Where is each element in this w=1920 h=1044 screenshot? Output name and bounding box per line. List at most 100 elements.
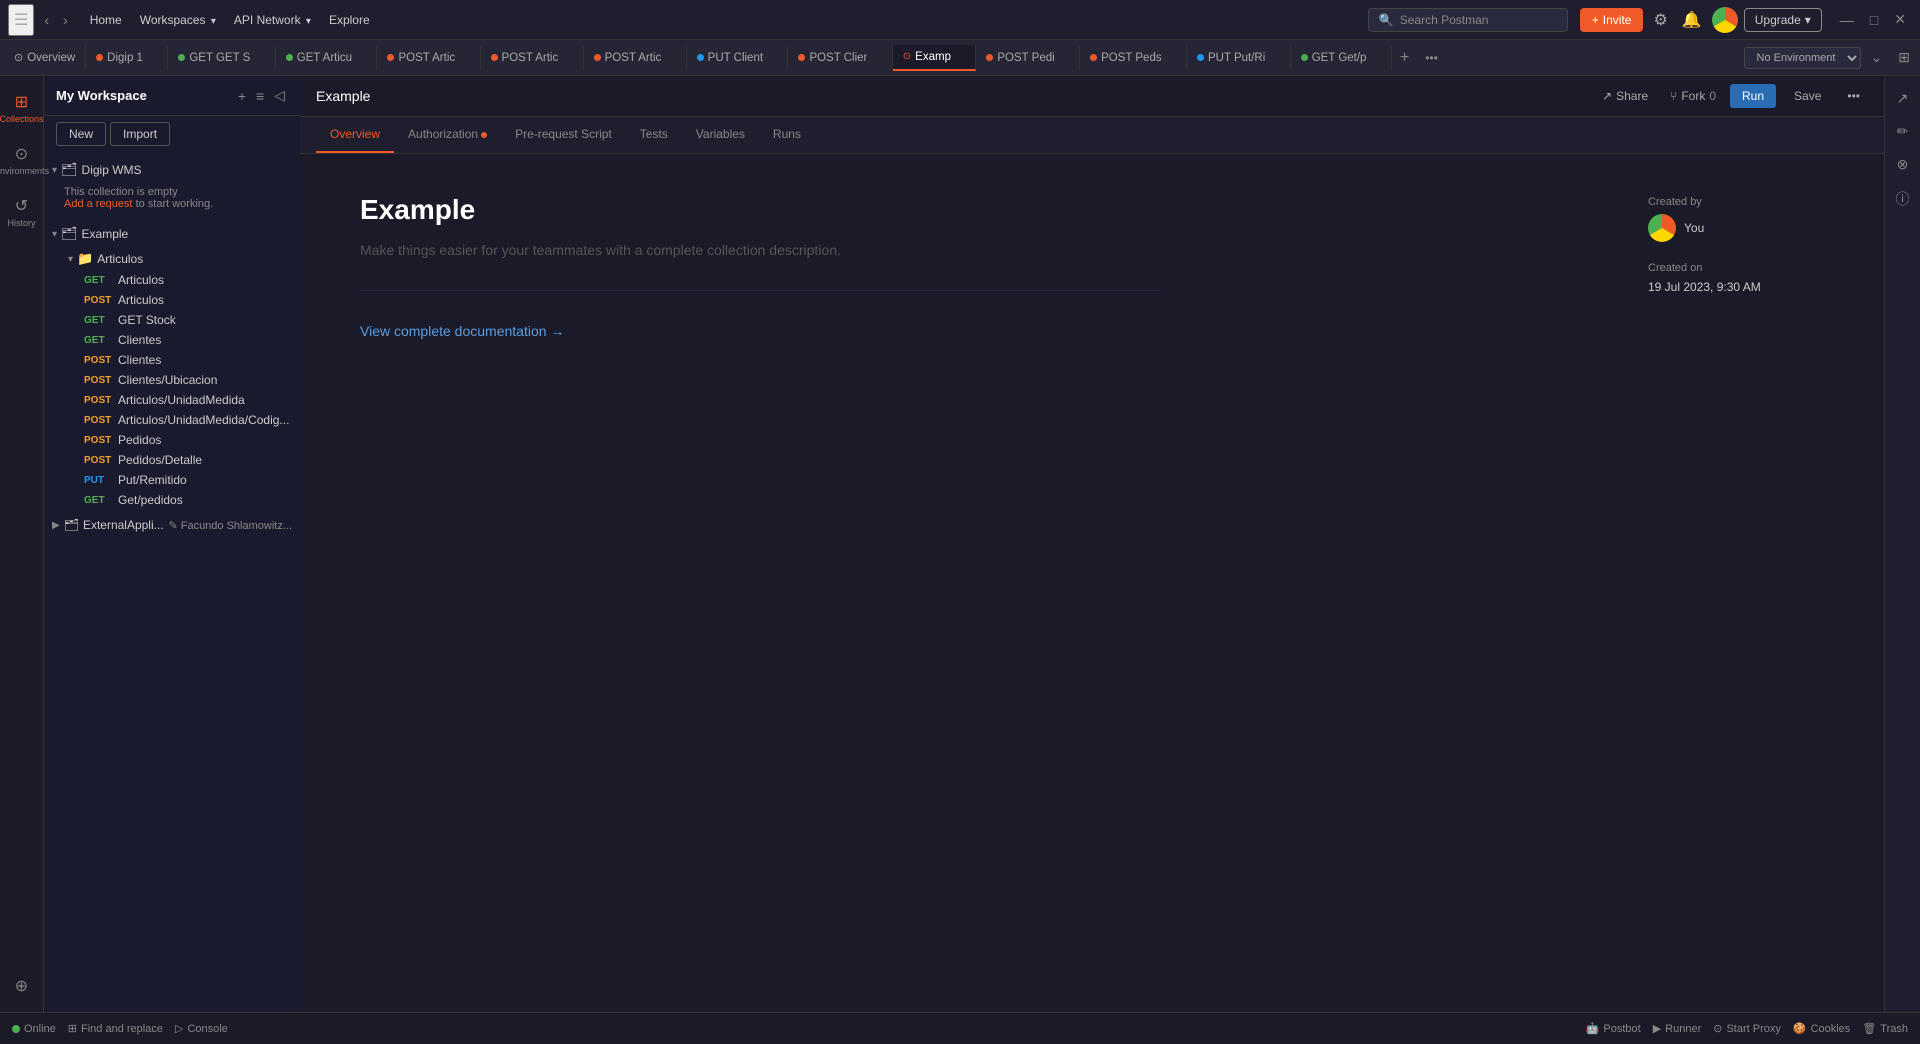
tab-put-putr[interactable]: PUT Put/Ri ✕ bbox=[1187, 46, 1291, 70]
find-replace-button[interactable]: ⊞ Find and replace bbox=[68, 1022, 163, 1035]
request-post-articulos[interactable]: POST Articulos bbox=[44, 290, 300, 310]
folder-icon: 📁 bbox=[77, 251, 93, 267]
cookies-button[interactable]: 🍪 Cookies bbox=[1793, 1022, 1850, 1035]
right-graph-icon[interactable]: ⊗ bbox=[1891, 150, 1915, 179]
settings-button[interactable]: ⚙ bbox=[1649, 6, 1671, 34]
add-request-link[interactable]: Add a request bbox=[64, 198, 133, 210]
forward-button[interactable]: › bbox=[57, 8, 74, 32]
online-label: Online bbox=[24, 1023, 56, 1035]
right-edit-icon[interactable]: ✏ bbox=[1891, 117, 1915, 146]
layout-toggle-button[interactable]: ⊞ bbox=[1892, 45, 1916, 70]
tab-get-articu[interactable]: GET Articu ✕ bbox=[276, 46, 378, 70]
created-on-section: Created on 19 Jul 2023, 9:30 AM bbox=[1648, 262, 1828, 294]
tab-dot bbox=[1301, 54, 1308, 61]
tab-put-client[interactable]: PUT Client ✕ bbox=[687, 46, 789, 70]
request-get-articulos[interactable]: GET Articulos bbox=[44, 270, 300, 290]
view-docs-link[interactable]: View complete documentation → bbox=[360, 323, 564, 339]
nav-workspaces[interactable]: Workspaces ▾ bbox=[132, 9, 224, 31]
start-proxy-button[interactable]: ⊙ Start Proxy bbox=[1713, 1022, 1781, 1035]
more-options-button[interactable]: ••• bbox=[1839, 85, 1868, 107]
creator-avatar bbox=[1648, 214, 1676, 242]
folder-icon: 🗂 bbox=[61, 162, 78, 178]
dot-indicator bbox=[481, 132, 487, 138]
tab-runs[interactable]: Runs bbox=[759, 117, 815, 153]
search-bar[interactable]: 🔍 Search Postman bbox=[1368, 8, 1568, 32]
tab-post-peds[interactable]: POST Peds ✕ bbox=[1080, 46, 1187, 70]
request-get-clientes[interactable]: GET Clientes bbox=[44, 330, 300, 350]
maximize-button[interactable]: □ bbox=[1864, 9, 1884, 30]
console-button[interactable]: ▷ Console bbox=[175, 1022, 228, 1035]
nav-api-network[interactable]: API Network ▾ bbox=[226, 9, 319, 31]
runner-button[interactable]: ▶ Runner bbox=[1653, 1022, 1702, 1035]
upgrade-button[interactable]: Upgrade ▾ bbox=[1744, 8, 1822, 32]
sidebar-collapse-button[interactable]: ◁ bbox=[271, 84, 288, 107]
invite-button[interactable]: + Invite bbox=[1580, 8, 1644, 32]
minimize-button[interactable]: — bbox=[1834, 9, 1860, 30]
external-app-item[interactable]: ▶ 🗂 ExternalAppli... ✎ Facundo Shlamowit… bbox=[44, 514, 300, 536]
collection-empty-state: This collection is empty Add a request t… bbox=[44, 182, 300, 218]
more-tabs-button[interactable]: ••• bbox=[1417, 45, 1446, 71]
sidebar-more-button[interactable]: ≡ bbox=[253, 84, 267, 107]
add-tab-button[interactable]: + bbox=[1392, 43, 1417, 73]
tab-post-artic3[interactable]: POST Artic ✕ bbox=[584, 46, 687, 70]
collection-description: Make things easier for your teammates wi… bbox=[360, 242, 1160, 258]
online-status[interactable]: Online bbox=[12, 1023, 56, 1035]
tab-authorization[interactable]: Authorization bbox=[394, 117, 501, 153]
folder-articulos-header[interactable]: ▾ 📁 Articulos bbox=[44, 248, 300, 270]
workspace-name[interactable]: My Workspace bbox=[56, 88, 147, 103]
trash-button[interactable]: 🗑 Trash bbox=[1862, 1022, 1908, 1035]
new-button[interactable]: New bbox=[56, 122, 106, 146]
sidebar-extensions-button[interactable]: ⊕ bbox=[7, 968, 36, 1004]
tab-post-clier[interactable]: POST Clier ✕ bbox=[788, 46, 892, 70]
request-post-clientes[interactable]: POST Clientes bbox=[44, 350, 300, 370]
notifications-button[interactable]: 🔔 bbox=[1678, 6, 1706, 34]
tab-dot bbox=[286, 54, 293, 61]
tab-examp[interactable]: ⊙ Examp ✕ bbox=[893, 45, 977, 71]
back-button[interactable]: ‹ bbox=[38, 8, 55, 32]
creator-name: You bbox=[1684, 221, 1704, 235]
request-get-stock[interactable]: GET GET Stock bbox=[44, 310, 300, 330]
method-badge: PUT bbox=[84, 475, 112, 486]
tab-variables[interactable]: Variables bbox=[682, 117, 759, 153]
tab-get-getp[interactable]: GET Get/p ✕ bbox=[1291, 46, 1392, 70]
tab-post-artic1[interactable]: POST Artic ✕ bbox=[377, 46, 480, 70]
tab-post-artic2[interactable]: POST Artic ✕ bbox=[481, 46, 584, 70]
fork-button[interactable]: ⑂ Fork 0 bbox=[1662, 85, 1724, 107]
tab-overview[interactable]: Overview bbox=[316, 117, 394, 153]
tab-dot bbox=[96, 54, 103, 61]
request-post-clientes-ubicacion[interactable]: POST Clientes/Ubicacion bbox=[44, 370, 300, 390]
nav-home[interactable]: Home bbox=[82, 9, 130, 31]
request-post-pedidos[interactable]: POST Pedidos bbox=[44, 430, 300, 450]
right-info-icon[interactable]: ⓘ bbox=[1890, 183, 1916, 215]
request-put-remitido[interactable]: PUT Put/Remitido bbox=[44, 470, 300, 490]
caret-down-icon: ▾ bbox=[52, 165, 57, 176]
close-button[interactable]: ✕ bbox=[1888, 9, 1912, 30]
add-collection-button[interactable]: + bbox=[235, 84, 249, 107]
tab-pre-request[interactable]: Pre-request Script bbox=[501, 117, 626, 153]
tab-get-get-s[interactable]: GET GET S ✕ bbox=[168, 46, 275, 70]
tab-overview[interactable]: ⊙ Overview bbox=[4, 45, 86, 70]
collection-digip-wms-header[interactable]: ▾ 🗂 Digip WMS bbox=[44, 158, 300, 182]
request-post-articulos-unidadmedida[interactable]: POST Articulos/UnidadMedida bbox=[44, 390, 300, 410]
request-post-articulos-unidadmedida-codig[interactable]: POST Articulos/UnidadMedida/Codig... bbox=[44, 410, 300, 430]
run-button[interactable]: Run bbox=[1730, 84, 1776, 108]
collection-example-header[interactable]: ▾ 🗂 Example bbox=[44, 222, 300, 246]
avatar[interactable] bbox=[1712, 7, 1738, 33]
nav-explore[interactable]: Explore bbox=[321, 9, 378, 31]
tab-post-pedi[interactable]: POST Pedi ✕ bbox=[976, 46, 1080, 70]
request-post-pedidos-detalle[interactable]: POST Pedidos/Detalle bbox=[44, 450, 300, 470]
environment-dropdown[interactable]: No Environment bbox=[1744, 47, 1861, 69]
postbot-button[interactable]: 🤖 Postbot bbox=[1586, 1022, 1641, 1035]
import-button[interactable]: Import bbox=[110, 122, 170, 146]
share-button[interactable]: ↗ Share bbox=[1594, 85, 1656, 107]
method-badge: GET bbox=[84, 315, 112, 326]
env-settings-button[interactable]: ⌄ bbox=[1865, 45, 1889, 70]
sidebar-history-button[interactable]: ↺ History bbox=[0, 188, 44, 236]
tab-digip1[interactable]: Digip 1 ✕ bbox=[86, 46, 168, 70]
request-get-pedidos[interactable]: GET Get/pedidos bbox=[44, 490, 300, 510]
hamburger-menu-button[interactable]: ☰ bbox=[8, 4, 34, 36]
save-button[interactable]: Save bbox=[1782, 84, 1833, 108]
tab-tests[interactable]: Tests bbox=[626, 117, 682, 153]
content-header: Example ↗ Share ⑂ Fork 0 Run Save ••• bbox=[300, 76, 1884, 117]
right-share-icon[interactable]: ↗ bbox=[1891, 84, 1915, 113]
